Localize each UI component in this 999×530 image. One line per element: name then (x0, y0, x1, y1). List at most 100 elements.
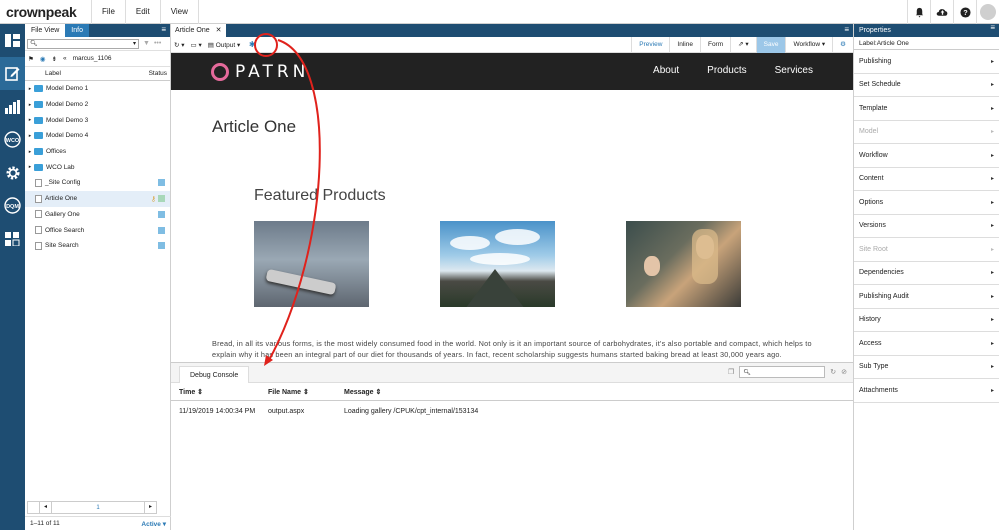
left-rail: WCO DQM (0, 24, 25, 530)
console-search-input[interactable]: 🔍︎ (739, 366, 826, 378)
refresh-icon[interactable]: ↻ (830, 368, 836, 376)
property-item[interactable]: History ▸ (854, 309, 999, 332)
globe-icon[interactable]: ◉ (40, 55, 46, 63)
file-search-input[interactable]: 🔍︎ ▾ (27, 38, 139, 49)
property-item[interactable]: Dependencies ▸ (854, 262, 999, 285)
tree-row[interactable]: ▸ Model Demo 1 (25, 81, 170, 97)
workflow-button[interactable]: Workflow ▾ (785, 37, 832, 53)
expand-arrow-icon[interactable]: ▸ (26, 133, 34, 139)
col-message[interactable]: Message ⇕ (344, 388, 381, 396)
back-icon[interactable]: « (63, 55, 67, 62)
expand-arrow-icon[interactable]: ▸ (26, 164, 34, 170)
top-right-tools: ? (907, 0, 999, 24)
property-item[interactable]: Access ▸ (854, 332, 999, 356)
tab-info[interactable]: Info (65, 24, 89, 37)
filter-icon[interactable]: ▼ (143, 40, 150, 47)
properties-label: Label:Article One (854, 37, 999, 50)
property-item[interactable]: Workflow ▸ (854, 144, 999, 168)
tree-row[interactable]: Site Search (25, 238, 170, 254)
property-item[interactable]: Publishing ▸ (854, 50, 999, 74)
tree-row[interactable]: ▸ WCO Lab (25, 159, 170, 175)
tree-row[interactable]: ▸ Model Demo 4 (25, 128, 170, 144)
tab-debug-console[interactable]: Debug Console (179, 366, 250, 383)
settings-gear-icon[interactable]: ⚙ (832, 37, 853, 53)
tree-row[interactable]: ▸ Offices (25, 144, 170, 160)
property-item[interactable]: Attachments ▸ (854, 379, 999, 403)
expand-arrow-icon[interactable]: ▸ (26, 86, 34, 92)
menu-file[interactable]: File (91, 0, 125, 24)
nav-services[interactable]: Services (775, 65, 813, 76)
tree-row[interactable]: Gallery One (25, 207, 170, 223)
pager-next[interactable]: ▸ (144, 502, 156, 513)
tree-item-label: _Site Config (45, 179, 81, 187)
sort-icon[interactable]: ⇟ (52, 55, 57, 63)
expand-arrow-icon[interactable]: ▸ (26, 149, 34, 155)
flag-icon[interactable]: ⚑ (28, 55, 34, 63)
property-item[interactable]: Content ▸ (854, 168, 999, 191)
editor-area: Article One ✕ ≡ ↻ ▾ ▭ ▾ ▤ Output ▾ ✱ Prev… (171, 24, 853, 530)
reports-icon[interactable] (0, 90, 25, 123)
device-preview-icon[interactable]: ▭ ▾ (191, 41, 202, 49)
clear-icon[interactable]: ⊘ (841, 368, 847, 376)
tree-row[interactable]: ▸ Model Demo 2 (25, 97, 170, 113)
help-icon[interactable]: ? (953, 0, 976, 24)
expand-arrow-icon[interactable]: ▸ (26, 102, 34, 108)
console-row[interactable]: 11/19/2019 14:00:34 PM output.aspx Loadi… (171, 401, 853, 421)
chevron-down-icon[interactable]: ▾ (133, 40, 136, 47)
tree-row[interactable]: _Site Config (25, 175, 170, 191)
expand-arrow-icon[interactable]: ▸ (26, 117, 34, 123)
path-user[interactable]: marcus_1106 (73, 55, 112, 62)
col-time[interactable]: Time ⇕ (179, 388, 203, 396)
inline-button[interactable]: Inline (669, 37, 700, 53)
col-status[interactable]: Status (149, 70, 167, 77)
property-item[interactable]: Set Schedule ▸ (854, 74, 999, 97)
notifications-bell-icon[interactable] (907, 0, 930, 24)
wco-icon[interactable]: WCO (0, 123, 25, 156)
col-label[interactable]: Label (45, 70, 61, 77)
dashboard-icon[interactable] (0, 24, 25, 57)
col-file-name[interactable]: File Name ⇕ (268, 388, 309, 396)
product-image-mountain[interactable] (440, 221, 555, 307)
cloud-upload-icon[interactable] (930, 0, 953, 24)
nav-products[interactable]: Products (707, 65, 746, 76)
output-selector[interactable]: ▤ Output ▾ (208, 41, 241, 49)
menu-edit[interactable]: Edit (124, 0, 160, 24)
pager-current[interactable]: 1 (52, 505, 144, 511)
product-image-people[interactable] (626, 221, 741, 307)
menu-view[interactable]: View (159, 0, 199, 24)
tab-article-one[interactable]: Article One ✕ (171, 24, 226, 37)
tree-row[interactable]: Article One ⚷ (25, 190, 170, 207)
save-button[interactable]: Save (755, 37, 786, 53)
product-image-phone[interactable] (254, 221, 369, 307)
tab-file-view[interactable]: File View (25, 24, 66, 37)
copy-icon[interactable]: ❐ (728, 368, 734, 376)
blocks-icon[interactable] (0, 222, 25, 255)
property-item[interactable]: Publishing Audit ▸ (854, 285, 999, 309)
property-item[interactable]: Versions ▸ (854, 215, 999, 238)
preview-button[interactable]: Preview (631, 37, 669, 53)
file-tree: ▸ Model Demo 1 ▸ Model Demo 2 ▸ Model Demo 3 ▸… (25, 81, 170, 254)
settings-gear-icon[interactable] (0, 156, 25, 189)
pager-prev[interactable]: ◂ (40, 502, 52, 513)
status-filter[interactable]: Active ▾ (141, 520, 166, 528)
property-item[interactable]: Sub Type ▸ (854, 356, 999, 379)
edit-icon[interactable] (0, 57, 25, 90)
property-item[interactable]: Options ▸ (854, 191, 999, 215)
open-external-icon[interactable]: ⇗ ▾ (730, 37, 756, 53)
refresh-icon[interactable]: ↻ ▾ (174, 41, 185, 49)
debug-bug-icon[interactable]: ✱ (246, 39, 258, 51)
form-button[interactable]: Form (699, 37, 730, 53)
doc-menu-icon[interactable]: ≡ (844, 26, 849, 34)
crownpeak-logo[interactable]: crownpeak (6, 4, 77, 20)
panel-menu-icon[interactable]: ≡ (161, 26, 166, 34)
close-tab-icon[interactable]: ✕ (216, 24, 222, 37)
property-item[interactable]: Template ▸ (854, 97, 999, 121)
user-avatar[interactable] (976, 0, 999, 24)
more-icon[interactable]: ••• (154, 40, 161, 47)
dqm-icon[interactable]: DQM (0, 189, 25, 222)
tree-row[interactable]: ▸ Model Demo 3 (25, 112, 170, 128)
site-logo[interactable]: PATRN (211, 62, 309, 82)
nav-about[interactable]: About (653, 65, 679, 76)
tree-row[interactable]: Office Search (25, 222, 170, 238)
properties-menu-icon[interactable]: ≡ (990, 24, 995, 32)
